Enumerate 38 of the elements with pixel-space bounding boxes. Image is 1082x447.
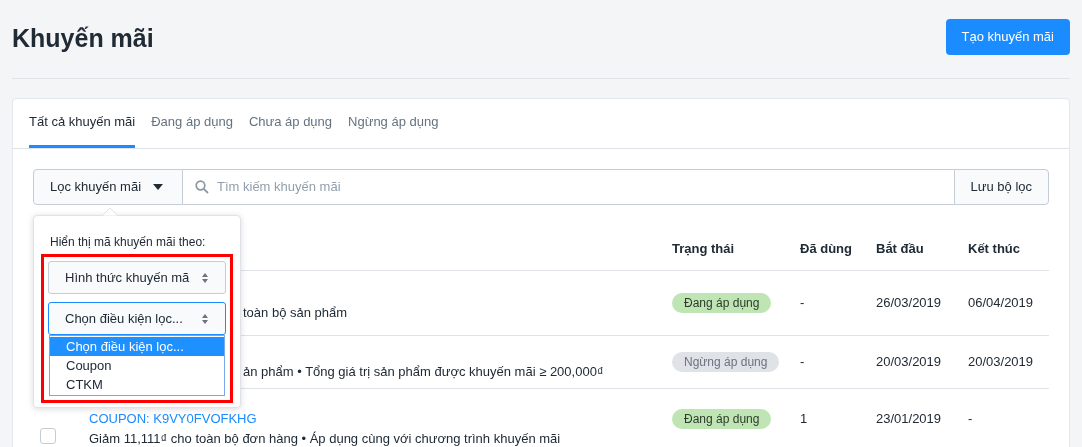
column-header: Đã dùng <box>800 239 853 258</box>
promotion-description: Giảm 11,111₫ cho toàn bộ đơn hàng • Áp dụng cùng với chương trình khuyến mãi <box>89 429 561 447</box>
search-field[interactable]: Tìm kiếm khuyến mãi <box>183 169 954 205</box>
search-icon <box>195 180 209 194</box>
start-date: 20/03/2019 <box>876 353 943 372</box>
end-date: 06/04/2019 <box>968 294 1035 313</box>
status-badge: Đang áp dụng <box>672 408 772 429</box>
select-field[interactable]: Chọn điều kiện lọc... <box>48 302 226 335</box>
column-header: Trạng thái <box>672 239 736 258</box>
search-input[interactable]: Tìm kiếm khuyến mãi <box>217 177 942 197</box>
used-count: - <box>800 294 806 313</box>
updown-icon <box>201 312 209 325</box>
promotion-description: toàn bộ sản phẩm <box>243 304 349 323</box>
used-count: 1 <box>800 409 809 428</box>
filter-dropdown-button[interactable]: Lọc khuyến mãi <box>33 169 183 205</box>
used-count: - <box>800 353 806 372</box>
column-header: Kết thúc <box>968 239 1021 258</box>
tab[interactable]: Đang áp dụng <box>151 99 233 148</box>
tab[interactable]: Tất cả khuyến mãi <box>29 99 136 148</box>
start-date: 26/03/2019 <box>876 294 943 313</box>
end-date: 20/03/2019 <box>968 353 1035 372</box>
start-date: 23/01/2019 <box>876 409 943 428</box>
promotion-description: ản phẩm • Tổng giá trị sản phẩm được khuyến mãi ≥ 200,000₫ <box>243 363 605 382</box>
status-badge: Ngừng áp dụng <box>672 352 780 372</box>
status-badge: Đang áp dụng <box>672 293 772 313</box>
option-item[interactable]: Coupon <box>50 356 224 375</box>
tab[interactable]: Ngừng áp dụng <box>348 99 439 148</box>
page-title: Khuyến mãi <box>12 23 154 54</box>
caret-icon <box>153 184 164 190</box>
updown-icon <box>201 271 209 284</box>
tab[interactable]: Chưa áp dụng <box>248 99 333 148</box>
end-date: - <box>968 409 974 428</box>
option-item[interactable]: CTKM <box>50 375 224 394</box>
select-field[interactable]: Hình thức khuyến mã <box>48 261 226 294</box>
popover-label: Hiển thị mã khuyến mãi theo: <box>50 234 207 250</box>
save-filter-button[interactable]: Lưu bộ lọc <box>953 169 1049 205</box>
column-header: Bắt đầu <box>876 239 925 258</box>
row-checkbox[interactable] <box>40 427 56 444</box>
